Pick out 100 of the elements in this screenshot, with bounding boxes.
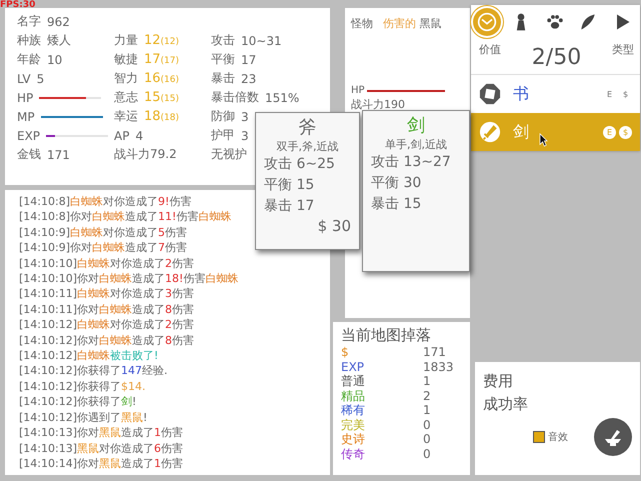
stat-value: 17 (241, 52, 256, 66)
drop-count: 1 (423, 403, 431, 418)
monster-name: 伤害的 黑鼠 (383, 16, 442, 31)
stat-label: 战斗力79.2 (114, 146, 177, 163)
stat-label: 年龄 (17, 51, 41, 68)
log-line: [14:10:8]白蜘蛛对你造成了9!伤害 (19, 194, 192, 210)
fps-counter: FPS:30 (0, 0, 36, 10)
inventory-item[interactable]: 书 E $ (471, 75, 640, 113)
equip-button[interactable]: E (603, 88, 616, 100)
stat-value: 15(15) (144, 90, 180, 105)
drop-label: 完美 (341, 418, 366, 432)
stat-value: 18(18) (144, 109, 180, 124)
stat-label: 暴击 (211, 70, 235, 87)
tooltip-title: 剑 (406, 114, 426, 137)
stat-value: 12(12) (144, 33, 180, 48)
stat-label: 种族 (17, 32, 41, 49)
stat-label: 意志 (114, 89, 138, 106)
drop-label: $ (341, 345, 350, 360)
stat-value: 171 (47, 148, 70, 162)
drop-count: 2 (423, 388, 431, 403)
log-line: [14:10:9]白蜘蛛对你造成了5伤害 (19, 224, 187, 240)
stat-label: LV (17, 72, 31, 86)
drop-label: 精品 (341, 388, 366, 403)
drop-label: 普通 (341, 374, 366, 388)
drop-label: 史诗 (341, 432, 366, 446)
tooltip-stat: 平衡 30 (371, 174, 422, 193)
stat-value: 3 (241, 110, 249, 124)
log-line: [14:10:12]你获得了 147经验. (19, 363, 168, 379)
drop-count: 171 (423, 345, 446, 360)
log-line: [14:10:12]你获得了$14. (19, 378, 146, 394)
stat-label: 平衡 (211, 51, 235, 68)
drop-label: 稀有 (341, 403, 366, 418)
log-line: [14:10:12]你获得了剑! (19, 394, 136, 410)
stat-label: 防御 (211, 108, 235, 125)
log-line: [14:10:13]你对黑鼠造成了 1伤害 (19, 425, 183, 440)
log-line: [14:10:11]白蜘蛛对你造成了3伤害 (19, 286, 194, 302)
log-line: [14:10:12]白蜘蛛对你造成了2伤害 (19, 317, 194, 333)
success-rate-label: 成功率 (483, 395, 529, 414)
stat-value: 10 (47, 52, 62, 66)
stat-value: 16(16) (144, 71, 180, 86)
stat-label: 幸运 (114, 108, 138, 125)
drops-title: 当前地图掉落 (341, 326, 432, 345)
stat-value: 23 (241, 72, 256, 86)
stat-label: HP (17, 90, 34, 104)
log-line: [14:10:10]白蜘蛛对你造成了2伤害 (19, 256, 194, 272)
drop-count: 0 (423, 432, 431, 446)
stat-value: 151% (265, 90, 300, 104)
monster-power: 战斗力190 (351, 97, 406, 112)
log-line: [14:10:14]你对黑鼠造成了 1伤害 (19, 456, 183, 472)
tooltip-stat: 攻击 6~25 (264, 155, 336, 174)
tooltip-title: 斧 (298, 116, 318, 139)
stat-value: 962 (47, 14, 70, 28)
log-line: [14:10:9]你对白蜘蛛造成了7伤害 (19, 240, 187, 256)
stat-value: 4 (135, 128, 144, 142)
sell-button[interactable]: $ (619, 88, 632, 100)
octagon-icon (479, 83, 501, 105)
stat-label: 暴击倍数 (211, 89, 259, 106)
inventory-count: 2/50 (532, 45, 582, 70)
log-line: [14:10:10]你对白蜘蛛造成了 18!伤害白蜘蛛 (19, 271, 238, 286)
cursor-icon (539, 133, 548, 147)
drop-count: 1 (423, 374, 431, 388)
drop-count: 0 (423, 418, 431, 432)
drop-count: 1833 (423, 360, 454, 374)
tooltip-stat: 平衡 15 (264, 176, 316, 195)
sort-type-button[interactable]: 类型 (612, 42, 634, 57)
sound-checkbox[interactable] (533, 431, 545, 443)
log-line: [14:10:13]黑鼠对你造成了6伤害 (19, 440, 183, 456)
stat-value: 17(17) (144, 52, 180, 67)
stat-label: 智力 (114, 70, 138, 87)
sword-icon (479, 121, 501, 143)
stat-value: 3 (241, 128, 249, 142)
tooltip-stat: 暴击 15 (371, 195, 422, 214)
log-line: [14:10:11]你对白蜘蛛造成了8伤害 (19, 302, 194, 318)
stat-label: 敏捷 (114, 51, 138, 68)
tooltip-price: $ 30 (316, 217, 351, 235)
log-line: [14:10:8]你对白蜘蛛造成了 11!伤害白蜘蛛 (19, 209, 232, 225)
log-line: [14:10:12]白蜘蛛被击败了! (19, 348, 158, 364)
drop-label: 传奇 (341, 446, 366, 461)
monster-label: 怪物 (351, 16, 373, 31)
stat-value: 10~31 (241, 34, 282, 48)
log-line: [14:10:12]你遇到了黑鼠! (19, 410, 148, 426)
item-name: 书 (513, 84, 529, 104)
stat-label: 名字 (17, 13, 41, 30)
cost-label: 费用 (483, 372, 514, 391)
tooltip-stat: 攻击 13~27 (371, 153, 452, 172)
tooltip-stat: 暴击 17 (264, 197, 316, 216)
stat-label: 护甲 (211, 127, 235, 144)
stat-label: AP (114, 128, 130, 142)
hp-label: HP (351, 85, 365, 96)
item-name: 剑 (513, 122, 529, 142)
craft-button[interactable] (594, 418, 632, 456)
sound-label: 音效 (548, 430, 568, 444)
sort-value-button[interactable]: 价值 (479, 42, 501, 57)
log-line: [14:10:12]你对白蜘蛛造成了8伤害 (19, 332, 194, 348)
stat-value: 矮人 (47, 32, 71, 49)
tooltip-subtitle: 双手,斧,近战 (276, 139, 340, 154)
drop-label: EXP (341, 360, 366, 374)
drop-count: 0 (423, 446, 431, 461)
tooltip-subtitle: 单手,剑,近战 (384, 137, 448, 152)
stat-label: EXP (17, 128, 40, 142)
